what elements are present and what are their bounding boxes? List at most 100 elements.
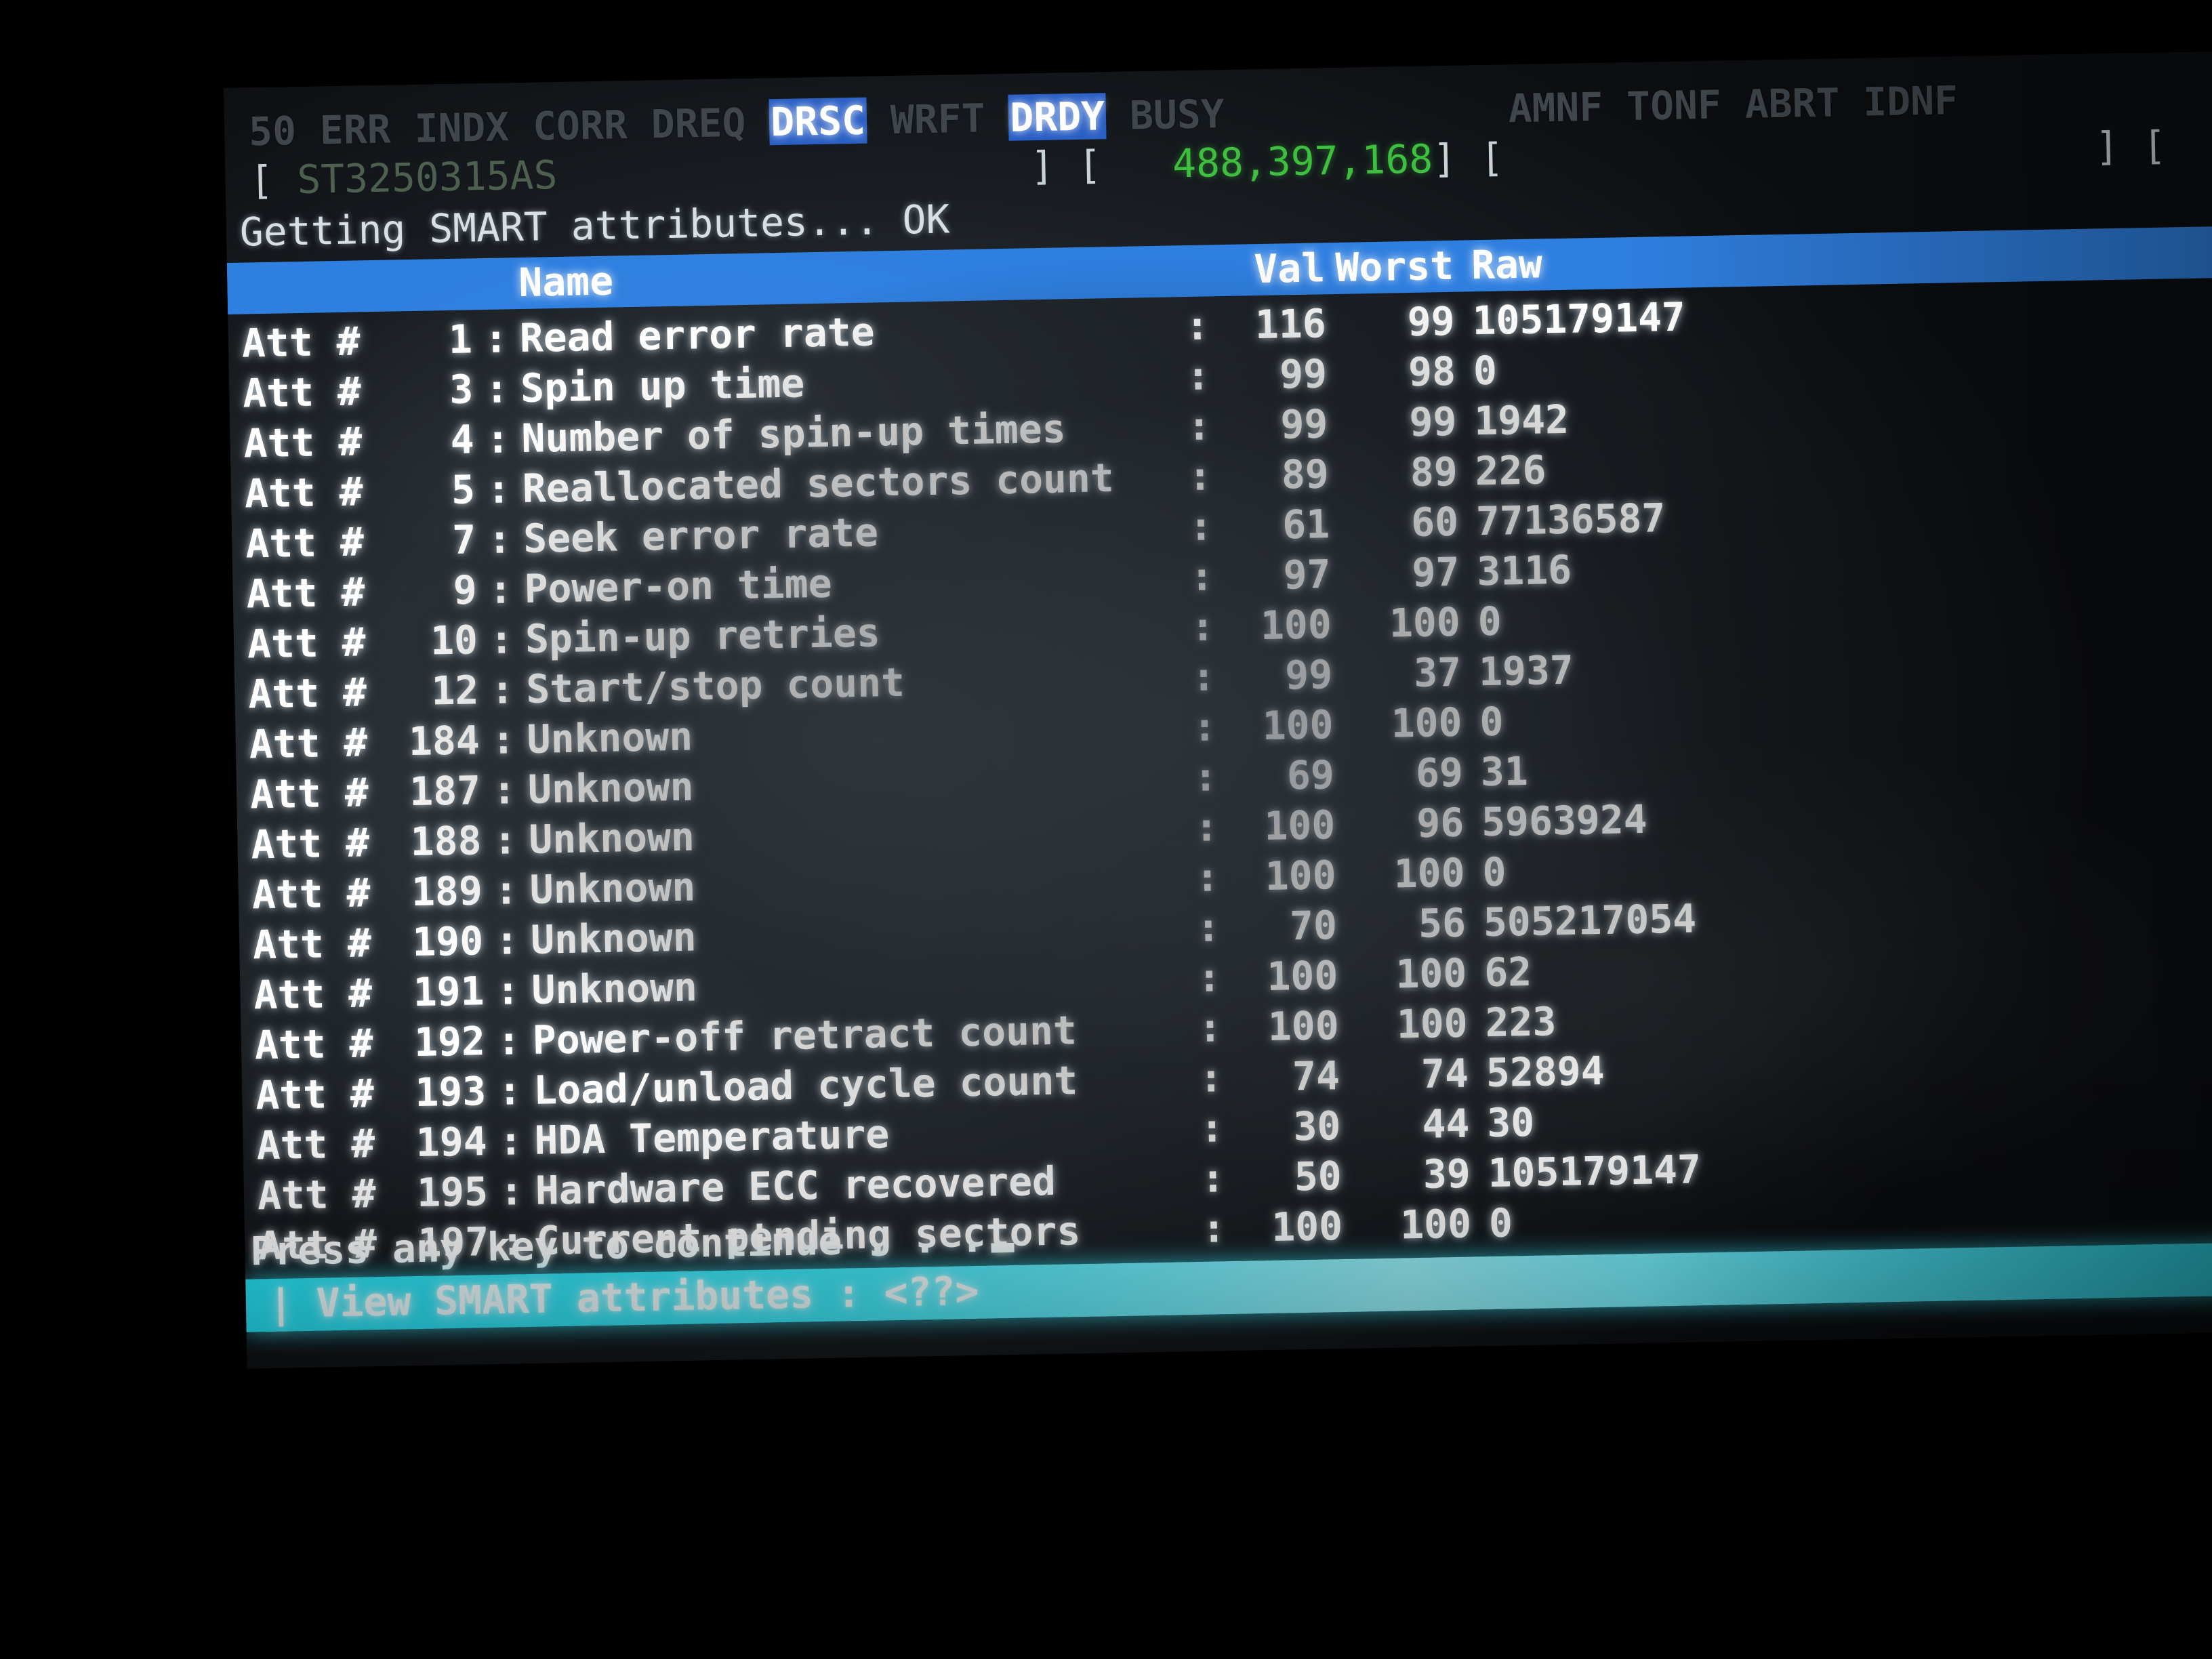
- row-att-label: Att #: [255, 1120, 375, 1169]
- row-colon-1: :: [486, 466, 511, 512]
- row-colon-2: :: [1190, 603, 1215, 650]
- column-header-name: Name: [518, 258, 614, 306]
- row-att-id: 192: [413, 1018, 486, 1066]
- row-value: 99: [1279, 350, 1328, 398]
- row-att-label: Att #: [246, 569, 365, 617]
- row-colon-2: :: [1189, 553, 1214, 600]
- row-value: 70: [1289, 902, 1338, 949]
- row-raw: 31: [1480, 747, 1529, 796]
- row-att-label: Att #: [249, 719, 368, 768]
- row-colon-1: :: [493, 867, 518, 914]
- row-att-id: 190: [411, 918, 484, 966]
- row-value: 99: [1284, 651, 1333, 699]
- row-raw: 1942: [1473, 396, 1570, 445]
- row-att-label: Att #: [250, 819, 370, 868]
- row-att-label: Att #: [245, 518, 365, 567]
- row-worst: 39: [1422, 1150, 1471, 1197]
- row-att-id: 5: [451, 466, 476, 513]
- row-worst: 96: [1416, 799, 1465, 846]
- row-colon-1: :: [497, 1067, 523, 1114]
- row-worst: 100: [1396, 1000, 1469, 1048]
- lba-sector-count: 488,397,168: [1172, 136, 1433, 187]
- row-worst: 37: [1413, 649, 1462, 696]
- row-att-id: 12: [430, 667, 479, 714]
- row-colon-1: :: [495, 917, 520, 964]
- colhdr-spacer-num: [370, 297, 472, 299]
- status-flag-drsc: DRSC: [769, 97, 867, 146]
- row-colon-1: :: [493, 817, 518, 863]
- row-colon-2: :: [1185, 352, 1211, 400]
- row-att-id: 1: [448, 316, 473, 363]
- row-att-id: 3: [449, 366, 474, 413]
- row-att-label: Att #: [252, 920, 372, 968]
- getting-smart-status: OK: [901, 196, 950, 243]
- colhdr-spacer-colon: [472, 296, 519, 297]
- row-value: 100: [1262, 701, 1334, 750]
- row-value: 74: [1292, 1052, 1340, 1100]
- row-worst: 100: [1395, 949, 1467, 998]
- row-colon-2: :: [1200, 1105, 1225, 1151]
- row-att-id: 194: [415, 1118, 488, 1166]
- colhdr-spacer-att: [241, 299, 370, 301]
- row-colon-1: :: [491, 716, 516, 763]
- column-header-raw: Raw: [1471, 241, 1543, 289]
- row-colon-2: :: [1197, 954, 1222, 1001]
- smart-attribute-table: Att #1: Read error rate:116 99 105179147 Att…: [228, 282, 2212, 1271]
- row-raw: 0: [1473, 347, 1498, 394]
- row-att-label: Att #: [243, 418, 363, 467]
- row-raw: 77136587: [1475, 495, 1666, 545]
- press-any-key-text: Press any key to continue . . .: [249, 1214, 985, 1275]
- row-colon-1: :: [498, 1118, 523, 1164]
- row-att-label: Att #: [241, 318, 361, 367]
- row-att-id: 188: [410, 817, 483, 865]
- colhdr-spacer-colon2: [1176, 283, 1217, 284]
- row-att-label: Att #: [242, 368, 362, 417]
- row-colon-2: :: [1185, 302, 1210, 350]
- row-worst: 97: [1411, 548, 1460, 596]
- lba-close-bracket: ] [ ] [: [1432, 122, 2167, 182]
- row-worst: 100: [1389, 598, 1461, 647]
- row-raw: 0: [1479, 698, 1504, 745]
- row-raw: 30: [1486, 1099, 1535, 1147]
- bios-text-console: 50 ERR INDX CORR DREQ DRSC WRFT DRDY BUS…: [224, 51, 2212, 1369]
- row-worst: 99: [1407, 298, 1456, 346]
- row-raw: 1937: [1478, 647, 1574, 695]
- row-att-label: Att #: [257, 1170, 377, 1219]
- row-value: 89: [1281, 451, 1330, 498]
- row-worst: 100: [1393, 849, 1466, 897]
- row-colon-1: :: [491, 766, 517, 813]
- row-colon-2: :: [1191, 653, 1216, 700]
- row-worst: 56: [1418, 899, 1467, 947]
- row-colon-2: :: [1194, 804, 1219, 851]
- row-att-label: Att #: [254, 1020, 374, 1069]
- row-att-id: 10: [430, 617, 478, 664]
- row-colon-1: :: [490, 666, 515, 713]
- row-worst: 100: [1391, 699, 1463, 747]
- lba-open-bracket: [: [249, 157, 298, 204]
- row-colon-1: :: [496, 1017, 521, 1064]
- row-att-id: 195: [416, 1168, 489, 1216]
- row-raw: 0: [1477, 598, 1502, 645]
- row-colon-1: :: [485, 415, 510, 462]
- row-att-label: Att #: [253, 970, 373, 1019]
- row-value: 100: [1265, 852, 1337, 900]
- row-colon-2: :: [1197, 1004, 1223, 1051]
- row-colon-1: :: [485, 365, 510, 413]
- monitor-screen: 50 ERR INDX CORR DREQ DRSC WRFT DRDY BUS…: [224, 51, 2212, 1369]
- row-colon-2: :: [1187, 453, 1212, 500]
- row-raw: 105179147: [1488, 1146, 1702, 1197]
- row-att-id: 189: [411, 867, 483, 916]
- row-colon-1: :: [489, 616, 514, 663]
- getting-smart-label: Getting SMART attributes...: [239, 197, 903, 255]
- row-att-id: 191: [413, 968, 485, 1016]
- photo-of-monitor: 50 ERR INDX CORR DREQ DRSC WRFT DRDY BUS…: [0, 0, 2212, 1659]
- row-att-id: 187: [409, 767, 481, 815]
- row-value: 50: [1294, 1153, 1343, 1200]
- row-att-id: 193: [414, 1068, 487, 1116]
- row-att-label: Att #: [249, 769, 369, 818]
- row-value: 100: [1266, 952, 1338, 1000]
- row-raw: 226: [1475, 447, 1547, 495]
- row-value: 61: [1282, 501, 1330, 548]
- row-worst: 99: [1408, 398, 1457, 446]
- row-att-id: 7: [451, 516, 476, 563]
